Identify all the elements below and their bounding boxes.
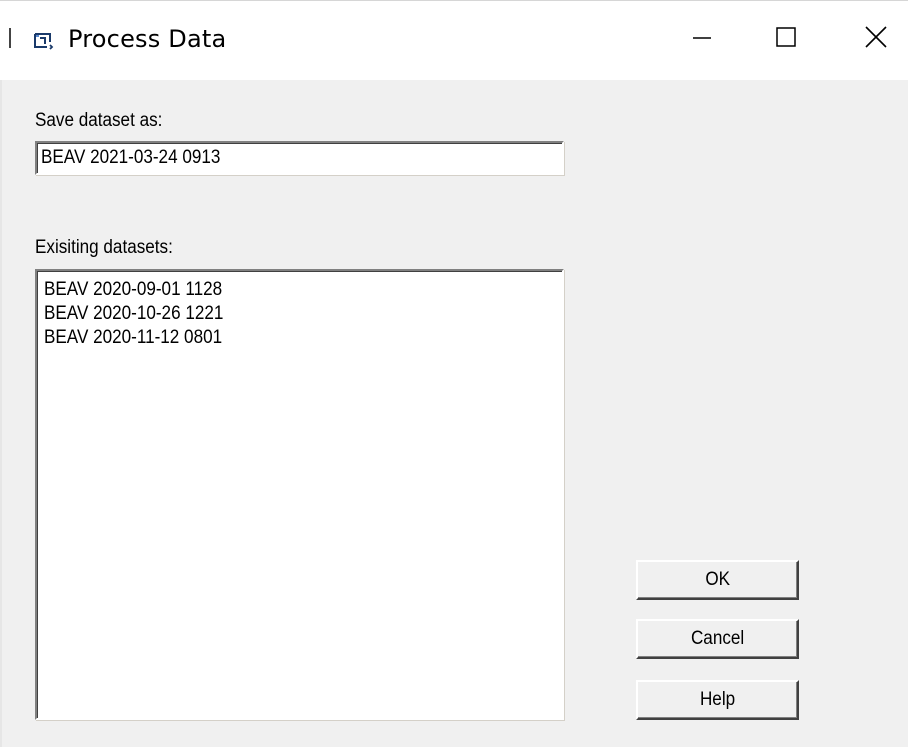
existing-datasets-list[interactable]: BEAV 2020-09-01 1128 BEAV 2020-10-26 122…: [35, 269, 564, 720]
list-item[interactable]: BEAV 2020-11-12 0801: [44, 326, 504, 350]
minimize-button[interactable]: [656, 1, 748, 77]
save-dataset-value: BEAV 2021-03-24 0913: [41, 147, 221, 168]
close-icon: [864, 25, 888, 54]
save-dataset-label: Save dataset as:: [35, 110, 163, 131]
window-left-edge: [0, 0, 2, 747]
maximize-button[interactable]: [740, 1, 832, 77]
ok-button[interactable]: OK: [636, 560, 799, 600]
existing-datasets-label: Exisiting datasets:: [35, 237, 173, 258]
close-button[interactable]: [830, 1, 908, 77]
help-button[interactable]: Help: [636, 680, 799, 720]
process-data-dialog: Process Data Save dataset as: BEAV 2021-…: [0, 0, 908, 747]
minimize-icon: [692, 27, 712, 52]
window-edge-mark: [9, 28, 11, 48]
cancel-button[interactable]: Cancel: [636, 619, 799, 659]
list-item[interactable]: BEAV 2020-09-01 1128: [44, 278, 504, 302]
maximize-icon: [775, 26, 797, 53]
ok-button-label: OK: [705, 569, 730, 590]
window-title: Process Data: [68, 25, 227, 53]
titlebar[interactable]: Process Data: [0, 0, 908, 80]
save-dataset-input[interactable]: BEAV 2021-03-24 0913: [35, 141, 564, 175]
list-item[interactable]: BEAV 2020-10-26 1221: [44, 302, 504, 326]
cancel-button-label: Cancel: [690, 628, 745, 649]
help-button-label: Help: [699, 689, 736, 710]
dialog-window-icon: [33, 31, 55, 51]
